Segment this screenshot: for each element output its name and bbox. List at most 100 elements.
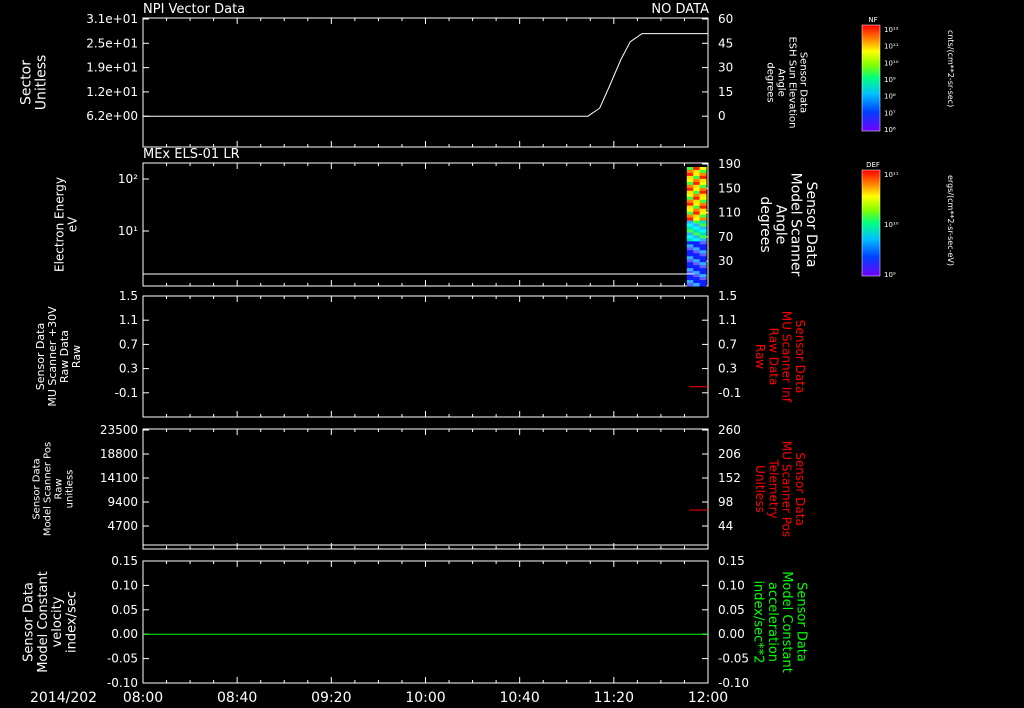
heatmap-cell (686, 167, 694, 171)
label-line: Unitless (753, 465, 767, 513)
heatmap-cell (693, 232, 701, 236)
heatmap-cell (686, 187, 694, 192)
y-tick-label-right: 44 (718, 519, 733, 533)
heatmap-cell (693, 184, 701, 189)
heatmap-cell (699, 280, 707, 284)
colorbar-nf: NF 10¹² 10¹¹ 10¹⁰ 10⁹ 10⁸ 10⁷ 10⁶ cnts/(cm**2-… (861, 16, 955, 134)
heatmap-cell (693, 247, 701, 251)
heatmap-cell (699, 259, 707, 263)
label-line: Electron Energy (52, 177, 66, 272)
heatmap-cell (686, 190, 694, 195)
panel-2: 10² 10¹ 190 150 110 70 30 Electron EnergyeV Sens… (52, 157, 819, 287)
heatmap-cell (693, 253, 701, 257)
y-axis-label-right: Sensor DataModel Constantaccelerationind… (751, 571, 809, 673)
colorbar-tick-label: 10¹⁰ (884, 59, 899, 67)
y-tick-label-left: 1.5 (119, 289, 138, 303)
heatmap-cell (699, 205, 707, 210)
label-line: eV (66, 216, 80, 232)
y-tick-label-right: 260 (718, 423, 741, 437)
label-line: degrees (757, 196, 773, 252)
label-line: Sensor Data (798, 52, 809, 113)
heatmap-cell (686, 238, 694, 242)
y-tick-label-left: 0.3 (119, 362, 138, 376)
heatmap-cell (693, 256, 701, 260)
label-line: velocity (50, 596, 65, 647)
heatmap-cell (699, 169, 707, 174)
heatmap-cell (686, 241, 694, 245)
heatmap-cell (693, 199, 701, 204)
y-tick-label-right: 0.10 (718, 578, 745, 592)
heatmap-cell (699, 268, 707, 272)
heatmap-cell (699, 247, 707, 251)
heatmap-cell (699, 181, 707, 186)
heatmap-cell (699, 226, 707, 230)
heatmap-cell (693, 241, 701, 245)
colorbar-nf-units: cnts/(cm**2-sr-sec) (946, 30, 955, 107)
y-tick-label-left: 4700 (107, 519, 138, 533)
y-tick-label-left: 23500 (100, 423, 138, 437)
heatmap-cell (686, 205, 694, 210)
y-tick-label-right: 60 (718, 12, 733, 26)
colorbar-tick-label: 10⁶ (884, 126, 896, 134)
label-line: Model Constant (779, 571, 794, 673)
heatmap-cell (693, 196, 701, 201)
panel1-title: NPI Vector Data (143, 2, 245, 17)
heatmap-cell (693, 250, 701, 254)
colorbar-tick-label: 10¹¹ (884, 43, 899, 51)
heatmap-cell (686, 256, 694, 260)
heatmap-cell (693, 226, 701, 230)
y-tick-label-right: 1.5 (718, 289, 737, 303)
y-tick-label-right: 206 (718, 447, 741, 461)
heatmap-cell (699, 271, 707, 275)
panels-group: 3.1e+01 2.5e+01 1.9e+01 1.2e+01 6.2e+00 60 45 3… (18, 12, 819, 706)
heatmap-cell (699, 238, 707, 242)
label-line: ESH Sun Elevation (787, 36, 798, 128)
y-axis-label-left: Sensor DataMU Scanner +30VRaw DataRaw (34, 306, 83, 407)
heatmap-cell (693, 202, 701, 207)
colorbar-def: DEF 10¹¹ 10¹⁰ 10⁹ ergs/(cm**2-sr-sec-eV) (861, 161, 955, 279)
heatmap-cell (686, 214, 694, 219)
heatmap-cell (699, 220, 707, 225)
heatmap-cell (686, 172, 694, 177)
colorbar-tick-label: 10⁸ (884, 93, 896, 101)
heatmap-cell (686, 244, 694, 248)
label-line: Angle (772, 205, 788, 245)
colorbar-def-title: DEF (866, 161, 880, 169)
y-tick-label-left: 0.00 (111, 627, 138, 641)
label-line: Sensor Data (32, 458, 43, 519)
y-tick-label-left: 1.1 (119, 313, 138, 327)
heatmap-cell (693, 271, 701, 275)
y-tick-label-right: 0.7 (718, 337, 737, 351)
label-line: index/sec**2 (751, 580, 766, 663)
x-tick-label: 09:20 (311, 690, 351, 706)
heatmap-cell (699, 196, 707, 201)
heatmap-cell (699, 184, 707, 189)
y-tick-label-left: -0.10 (107, 676, 138, 690)
heatmap-cell (686, 181, 694, 186)
heatmap-cell (693, 244, 701, 248)
heatmap-cell (693, 265, 701, 269)
heatmap-cell (699, 250, 707, 254)
heatmap-cell (686, 277, 694, 281)
label-line: Model Constant (36, 571, 51, 673)
heatmap-cell (699, 167, 707, 171)
heatmap-cell (693, 175, 701, 180)
heatmap-cell (686, 184, 694, 189)
heatmap-cell (699, 265, 707, 269)
panel-3: 1.5 1.1 0.7 0.3 -0.1 1.5 1.1 0.7 0.3 -0.1 Sensor D… (34, 289, 807, 418)
label-line: index/sec (64, 591, 79, 653)
y-tick-label-left: 1.9e+01 (86, 61, 138, 75)
heatmap-cell (686, 169, 694, 174)
colorbar-tick-label: 10¹⁰ (884, 221, 899, 229)
panel-frame (142, 17, 709, 148)
heatmap-cell (699, 232, 707, 236)
heatmap-cell (686, 208, 694, 213)
y-tick-label-right: 0.15 (718, 554, 745, 568)
y-tick-label-right: 45 (718, 36, 733, 50)
heatmap-cell (699, 172, 707, 177)
label-line: Model Scanner (788, 173, 804, 277)
y-tick-label-right: 0.00 (718, 627, 745, 641)
y-axis-label-right: Sensor DataMU Scanner InfRaw DataRaw (753, 311, 807, 403)
heatmap-cell (693, 211, 701, 216)
x-tick-label: 11:20 (594, 690, 634, 706)
